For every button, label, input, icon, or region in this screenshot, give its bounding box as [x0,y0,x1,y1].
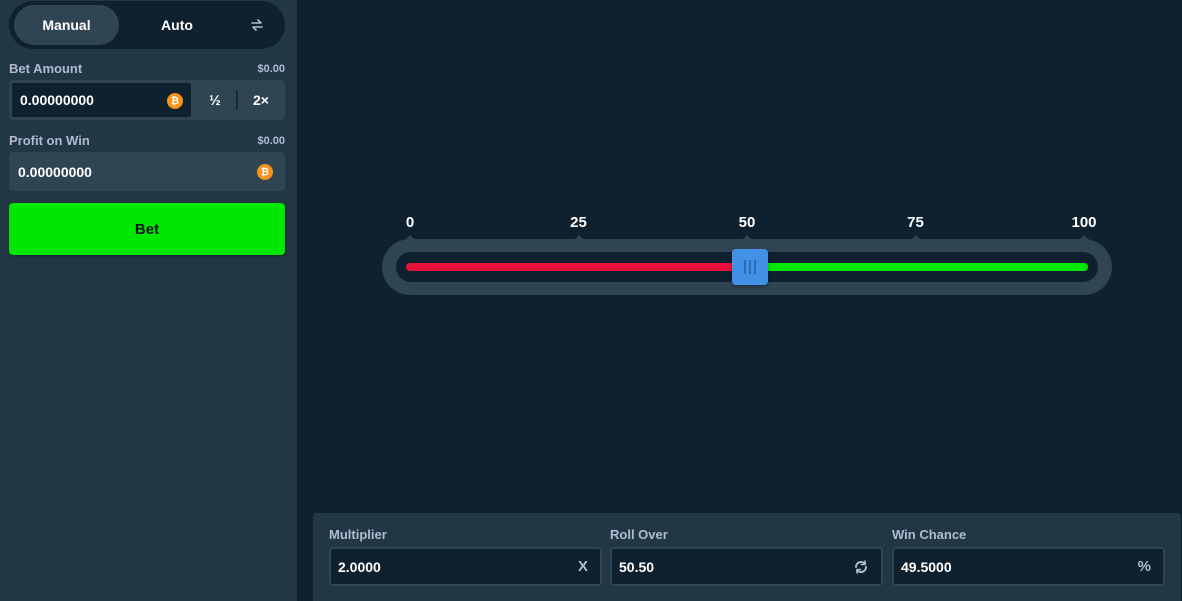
bet-button[interactable]: Bet [9,203,285,255]
bet-sidebar: Manual Auto Bet Amount $0.00 0.00000000 … [0,0,297,601]
slider-tick-label: 75 [907,214,924,231]
slider-handle[interactable] [732,249,769,285]
win-chance-input[interactable]: 49.5000 % [892,547,1165,586]
grip-icon [754,260,757,274]
multiplier-input[interactable]: 2.0000 X [329,547,602,586]
bet-amount-usd: $0.00 [257,63,285,75]
double-bet-button[interactable]: 2× [238,80,284,120]
roll-over-label: Roll Over [610,527,668,542]
bet-amount-label: Bet Amount [9,61,83,76]
grip-icon [749,260,752,274]
multiplier-label: Multiplier [329,527,387,542]
refresh-icon[interactable] [853,549,869,584]
tab-auto[interactable]: Auto [122,5,232,45]
game-stats-panel: Multiplier 2.0000 X Roll Over 50.50 Win … [313,513,1181,601]
percent-icon: % [1137,558,1151,575]
half-bet-button[interactable]: ½ [194,80,236,120]
slider-tick-label: 25 [570,214,587,231]
slider-tick-label: 50 [738,214,756,231]
bitcoin-icon: ₿ [167,93,183,109]
roll-over-input[interactable]: 50.50 [610,547,883,586]
roll-over-value: 50.50 [619,558,655,575]
mode-tabs: Manual Auto [9,1,285,49]
win-chance-value: 49.5000 [901,558,952,575]
profit-value: 0.00000000 [18,163,92,180]
swap-icon[interactable] [247,15,267,35]
profit-usd: $0.00 [257,135,285,147]
tab-manual[interactable]: Manual [14,5,119,45]
multiplier-value: 2.0000 [338,558,381,575]
grip-icon [744,260,747,274]
bet-amount-input[interactable]: 0.00000000 ₿ [11,82,192,118]
bitcoin-icon: ₿ [257,164,273,180]
profit-label: Profit on Win [9,133,90,148]
bet-amount-value: 0.00000000 [20,92,94,108]
slider-tick-label: 0 [405,214,415,231]
win-chance-label: Win Chance [892,527,967,542]
profit-on-win-field: 0.00000000 ₿ [9,152,285,191]
lose-range-track[interactable] [406,263,751,271]
bet-amount-group: 0.00000000 ₿ ½ 2× [9,80,285,120]
slider-tick-label: 100 [1071,214,1097,231]
win-range-track[interactable] [750,263,1088,271]
multiplier-x-icon: X [577,558,588,575]
